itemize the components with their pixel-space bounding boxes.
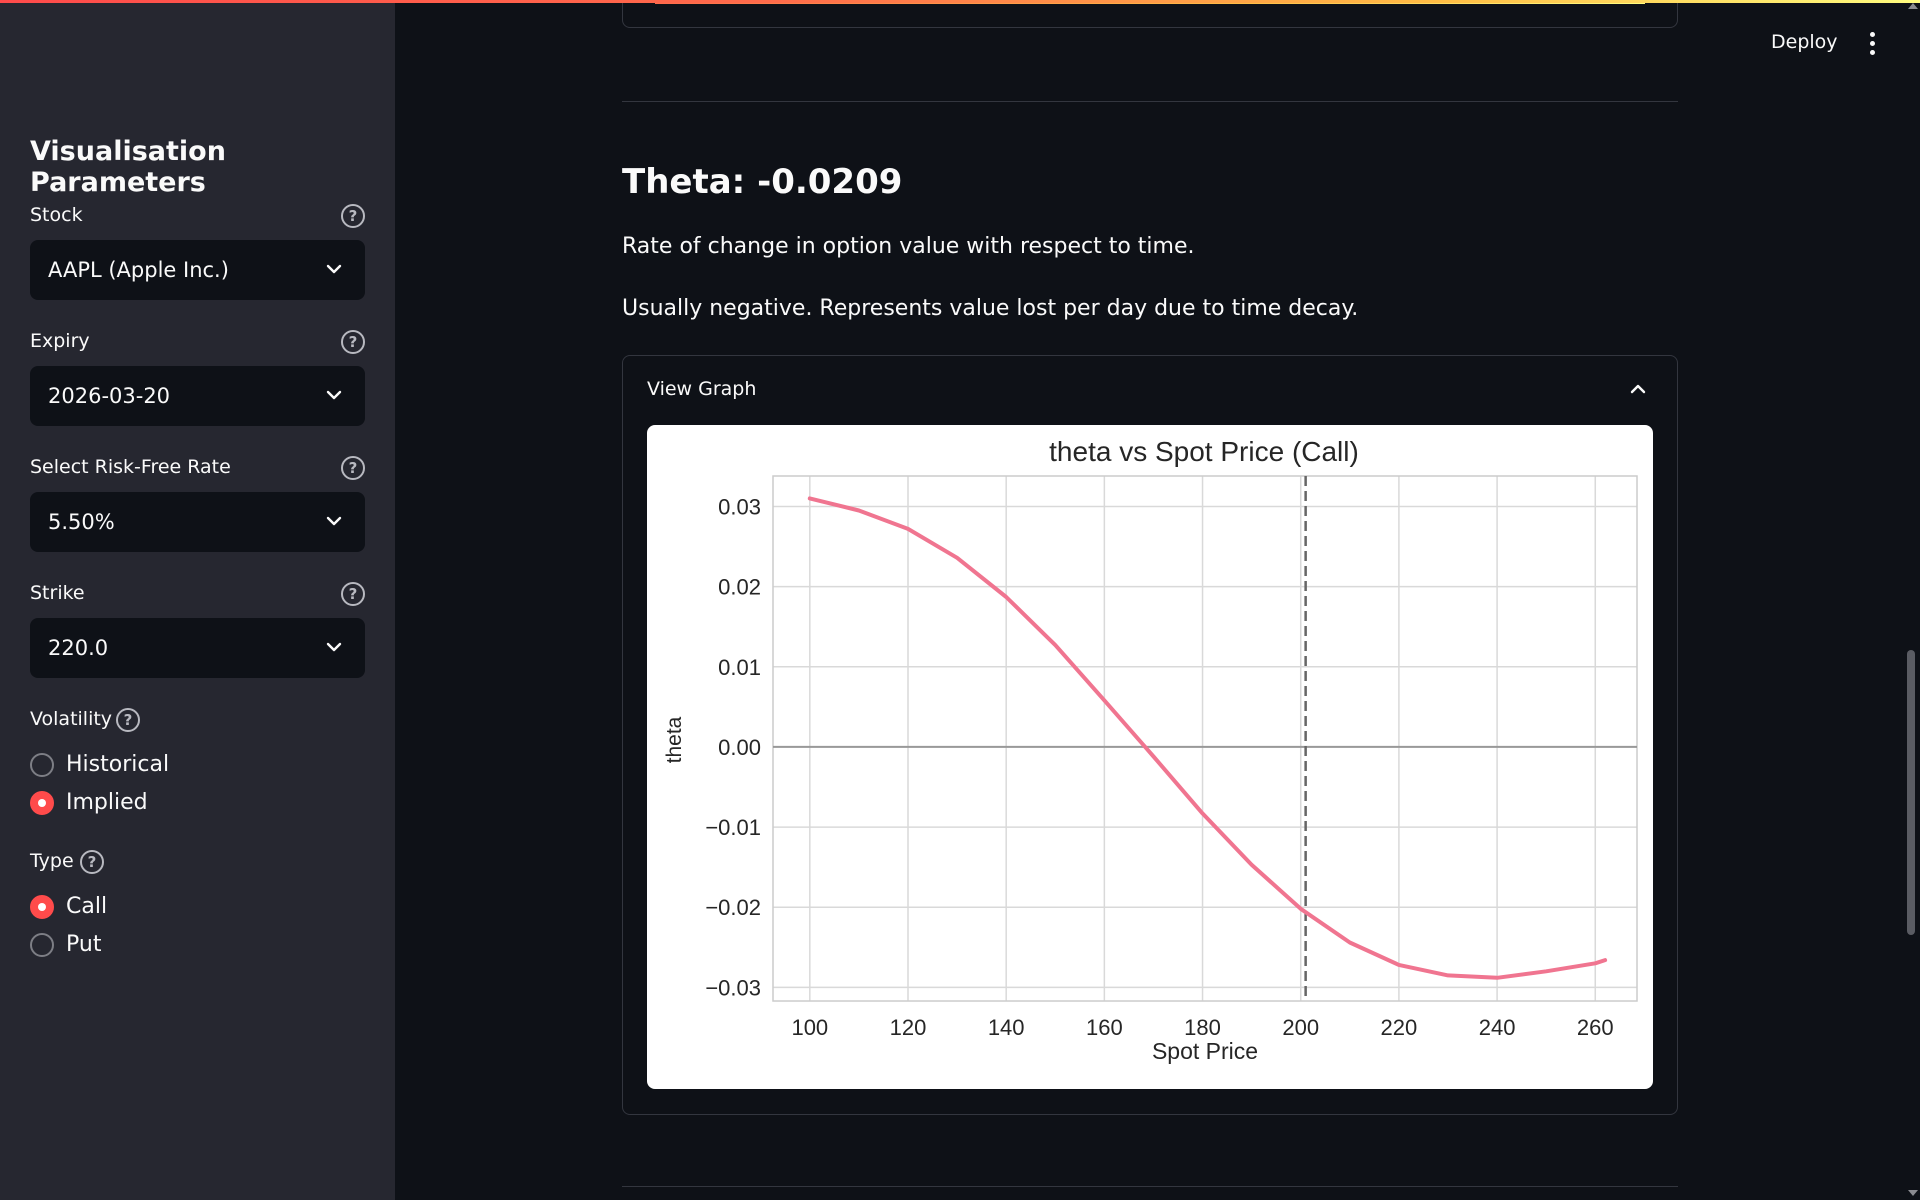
radio-call[interactable]: Call [30,894,107,919]
expiry-select-value: 2026-03-20 [48,384,171,408]
strike-label: Strike [30,582,85,604]
chevron-down-icon [326,264,342,274]
strike-select[interactable]: 220.0 [30,618,365,678]
main-menu-icon[interactable] [1862,32,1882,58]
radio-implied-label: Implied [66,790,148,815]
y-tick-label: −0.01 [705,815,761,840]
type-label: Type [30,850,74,872]
sidebar-title: Visualisation Parameters [30,136,226,198]
sidebar: Visualisation Parameters Stock ? AAPL (A… [0,0,395,1200]
section-divider [622,101,1678,102]
radio-historical-label: Historical [66,752,170,777]
volatility-help-icon[interactable]: ? [116,708,140,732]
expiry-label: Expiry [30,330,90,352]
x-axis-label: Spot Price [1152,1038,1258,1064]
y-tick-label: 0.02 [718,575,761,600]
x-tick-labels: 100 120 140 160 180 200 220 240 260 [791,1015,1613,1040]
y-tick-label: 0.01 [718,655,761,680]
deploy-button[interactable]: Deploy [1771,31,1838,53]
radio-selected-icon [30,790,54,815]
y-tick-labels: 0.03 0.02 0.01 0.00 −0.01 −0.02 −0.03 [705,494,761,1000]
stock-help-icon[interactable]: ? [341,204,365,228]
stock-label: Stock [30,204,83,226]
strike-select-value: 220.0 [48,636,109,660]
radio-put-label: Put [66,932,102,957]
x-tick-label: 180 [1184,1015,1221,1040]
expander-header-label[interactable]: View Graph [647,378,756,400]
previous-chart-card [622,0,1678,28]
chevron-up-icon[interactable] [1629,380,1647,398]
scroll-down-icon[interactable] [1908,1190,1918,1196]
x-tick-label: 100 [791,1015,828,1040]
rate-label: Select Risk-Free Rate [30,456,231,478]
theta-heading: Theta: -0.0209 [622,162,903,202]
theta-note: Usually negative. Represents value lost … [622,296,1359,321]
scroll-up-icon[interactable] [1908,3,1918,9]
radio-historical[interactable]: Historical [30,752,169,777]
y-tick-label: 0.00 [718,735,761,760]
theta-description: Rate of change in option value with resp… [622,234,1195,259]
theta-chart: theta vs Spot Price (Call) 100 120 140 160 1… [663,436,1638,1064]
x-tick-label: 140 [988,1015,1025,1040]
radio-put[interactable]: Put [30,932,101,957]
radio-unselected-icon [30,752,54,777]
x-tick-label: 260 [1577,1015,1614,1040]
plot-frame [772,475,1638,1002]
strike-help-icon[interactable]: ? [341,582,365,606]
radio-unselected-icon [30,932,54,957]
volatility-label: Volatility [30,708,113,730]
chart-title: theta vs Spot Price (Call) [1049,436,1359,467]
x-tick-label: 220 [1381,1015,1418,1040]
x-tick-label: 240 [1479,1015,1516,1040]
y-axis-label: theta [663,716,686,763]
chart-grid [773,476,1637,1001]
theta-series [807,496,1608,980]
x-tick-label: 160 [1086,1015,1123,1040]
expiry-help-icon[interactable]: ? [341,330,365,354]
expiry-select[interactable]: 2026-03-20 [30,366,365,426]
scrollbar-thumb[interactable] [1907,650,1915,935]
top-decoration-bar [0,0,1920,3]
view-graph-expander: View Graph theta vs Spot Price (Call) 10… [622,355,1678,1115]
chevron-down-icon [326,516,342,526]
y-tick-label: −0.03 [705,975,761,1000]
stock-select-value: AAPL (Apple Inc.) [48,258,229,282]
y-tick-label: 0.03 [718,494,761,519]
chart-container: theta vs Spot Price (Call) 100 120 140 160 1… [647,425,1653,1089]
type-help-icon[interactable]: ? [80,850,104,874]
chevron-down-icon [326,390,342,400]
section-divider [622,1186,1678,1187]
radio-selected-icon [30,894,54,919]
chevron-down-icon [326,642,342,652]
x-tick-label: 120 [890,1015,927,1040]
rate-select-value: 5.50% [48,510,115,534]
x-tick-label: 200 [1282,1015,1319,1040]
y-tick-label: −0.02 [705,895,761,920]
stock-select[interactable]: AAPL (Apple Inc.) [30,240,365,300]
rate-help-icon[interactable]: ? [341,456,365,480]
radio-call-label: Call [66,894,108,919]
rate-select[interactable]: 5.50% [30,492,365,552]
radio-implied[interactable]: Implied [30,790,148,815]
reference-lines [773,476,1637,1001]
theta-line [807,496,1608,980]
